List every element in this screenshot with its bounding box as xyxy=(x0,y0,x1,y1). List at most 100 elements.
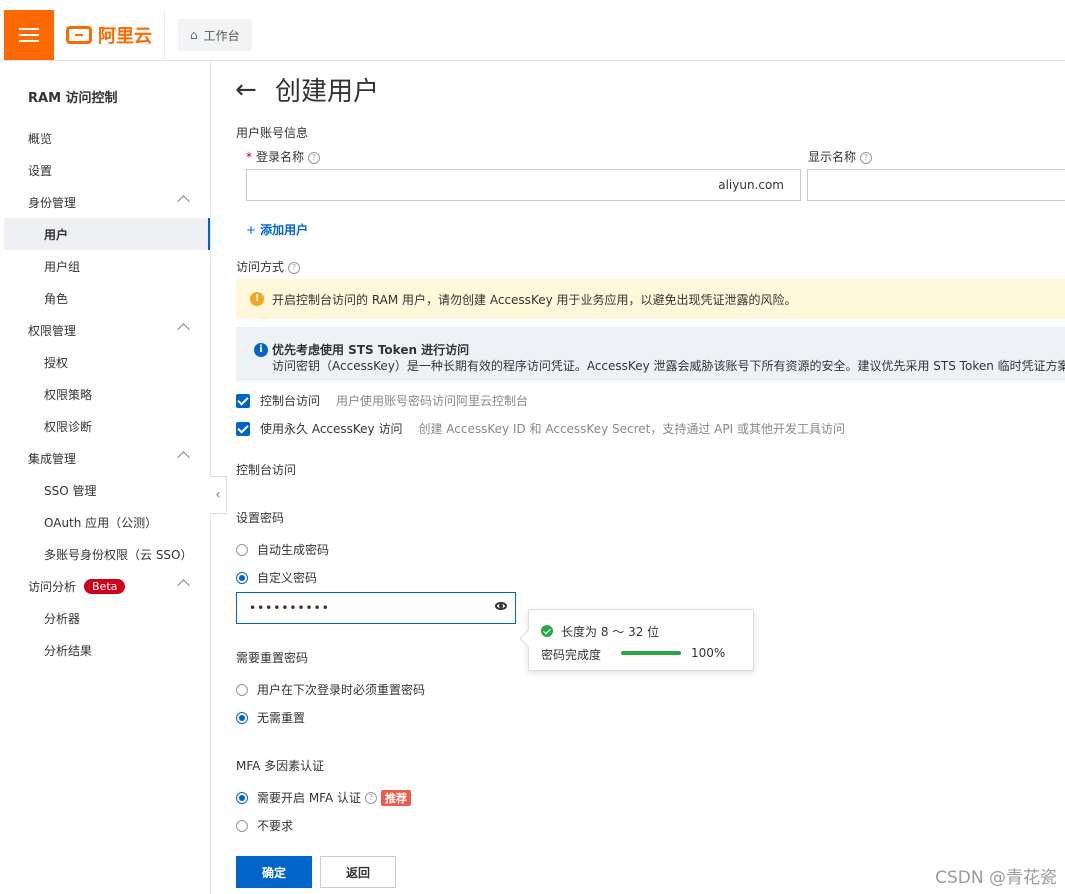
page-title: 创建用户 xyxy=(275,77,380,107)
console-access-hint: 用户使用账号密码访问阿里云控制台 xyxy=(336,394,529,408)
custom-password-option[interactable]: 自定义密码 xyxy=(236,569,317,586)
sidebar-item-label: 集成管理 xyxy=(28,451,77,466)
mfa-required-radio[interactable] xyxy=(236,791,248,804)
aliyun-logo[interactable]: 阿里云 xyxy=(66,22,152,48)
no-reset-radio[interactable] xyxy=(236,711,248,724)
login-name-input[interactable]: aliyun.com xyxy=(246,169,801,201)
sidebar-item-label: 用户 xyxy=(44,227,69,242)
custom-password-label: 自定义密码 xyxy=(257,571,318,585)
sidebar-item-label: 权限诊断 xyxy=(44,419,93,434)
password-input[interactable]: •••••••••• xyxy=(236,592,516,624)
workbench-button[interactable]: ⌂ 工作台 xyxy=(178,19,252,51)
mfa-label: MFA 多因素认证 xyxy=(236,759,325,773)
sidebar-item-oauth[interactable]: OAuth 应用（公测） xyxy=(4,506,210,538)
home-icon: ⌂ xyxy=(190,28,198,42)
help-icon[interactable]: ? xyxy=(860,151,873,164)
access-mode-label: 访问方式? xyxy=(236,258,301,275)
sidebar-item-diagnosis[interactable]: 权限诊断 xyxy=(4,410,210,442)
add-user-link[interactable]: + 添加用户 xyxy=(246,221,308,238)
sidebar-item-settings[interactable]: 设置 xyxy=(4,154,210,186)
display-name-input[interactable] xyxy=(807,169,1065,201)
sidebar-item-label: 分析器 xyxy=(44,611,81,626)
sidebar-item-cloud-sso[interactable]: 多账号身份权限（云 SSO） xyxy=(4,538,210,570)
auto-password-radio[interactable] xyxy=(236,543,248,556)
reset-next-login-option[interactable]: 用户在下次登录时必须重置密码 xyxy=(236,681,425,698)
display-name-label: 显示名称? xyxy=(808,148,873,165)
sidebar-item-label: 访问分析 xyxy=(28,579,77,594)
no-reset-option[interactable]: 无需重置 xyxy=(236,709,305,726)
custom-password-radio[interactable] xyxy=(236,571,248,584)
eye-icon[interactable] xyxy=(495,602,507,610)
sidebar-item-label: 权限策略 xyxy=(44,387,93,402)
sidebar-item-analyzer[interactable]: 分析器 xyxy=(4,602,210,634)
console-access-checkbox[interactable] xyxy=(236,393,250,408)
back-arrow-icon[interactable]: ← xyxy=(235,75,257,105)
console-access-label: 控制台访问 xyxy=(260,394,321,408)
login-name-label: * 登录名称? xyxy=(246,148,321,165)
password-strength-popover: 长度为 8 ～ 32 位 密码完成度 100% xyxy=(519,609,754,671)
info-title: 优先考虑使用 STS Token 进行访问 xyxy=(272,343,470,357)
warning-icon: ! xyxy=(250,292,264,306)
no-reset-label: 无需重置 xyxy=(257,711,306,725)
sidebar-item-policies[interactable]: 权限策略 xyxy=(4,378,210,410)
sidebar-item-label: 身份管理 xyxy=(28,195,77,210)
chevron-up-icon xyxy=(177,195,190,208)
login-name-value: aliyun.com xyxy=(718,178,784,192)
watermark: CSDN @青花瓷 xyxy=(935,868,1057,888)
help-icon[interactable]: ? xyxy=(288,261,301,274)
sidebar-title: RAM 访问控制 xyxy=(28,91,118,106)
recommend-tag: 推荐 xyxy=(381,789,411,806)
sidebar-item-label: 用户组 xyxy=(44,259,81,274)
warning-alert: ! 开启控制台访问的 RAM 用户，请勿创建 AccessKey 用于业务应用，… xyxy=(236,279,1065,319)
sidebar-group-permissions[interactable]: 权限管理 xyxy=(4,314,210,346)
sidebar-item-label: SSO 管理 xyxy=(44,483,97,498)
password-value: •••••••••• xyxy=(249,601,330,615)
sidebar-item-label: 角色 xyxy=(44,291,69,306)
accesskey-access-hint: 创建 AccessKey ID 和 AccessKey Secret，支持通过 … xyxy=(418,422,845,436)
hamburger-menu-button[interactable] xyxy=(4,10,54,60)
sidebar-group-analysis[interactable]: 访问分析 Beta xyxy=(4,570,210,602)
reset-next-login-radio[interactable] xyxy=(236,683,248,696)
sidebar-item-users[interactable]: 用户 xyxy=(4,218,210,250)
sidebar-item-roles[interactable]: 角色 xyxy=(4,282,210,314)
sidebar-group-integration[interactable]: 集成管理 xyxy=(4,442,210,474)
accesskey-access-checkbox[interactable] xyxy=(236,421,250,436)
sidebar-item-label: 权限管理 xyxy=(28,323,77,338)
chevron-up-icon xyxy=(177,451,190,464)
sidebar-item-label: 多账号身份权限（云 SSO） xyxy=(44,547,193,562)
logo-text: 阿里云 xyxy=(98,26,152,47)
sidebar-item-label: 设置 xyxy=(28,163,53,178)
auto-password-option[interactable]: 自动生成密码 xyxy=(236,541,329,558)
header-divider xyxy=(164,10,165,60)
back-button[interactable]: 返回 xyxy=(320,856,396,888)
mfa-required-label: 需要开启 MFA 认证 xyxy=(257,791,361,805)
console-section-heading: 控制台访问 xyxy=(236,463,297,477)
mfa-not-required-option[interactable]: 不要求 xyxy=(236,817,293,834)
reset-password-label: 需要重置密码 xyxy=(236,651,309,665)
beta-badge: Beta xyxy=(84,578,126,594)
sidebar: RAM 访问控制 概览 设置 身份管理 用户 用户组 角色 权限管理 授权 权限… xyxy=(4,61,211,894)
sidebar-item-label: OAuth 应用（公测） xyxy=(44,515,158,530)
help-icon[interactable]: ? xyxy=(308,151,321,164)
mfa-required-option[interactable]: 需要开启 MFA 认证 ? 推荐 xyxy=(236,789,411,806)
access-mode-label-text: 访问方式 xyxy=(236,260,285,274)
check-circle-icon xyxy=(541,625,553,637)
auto-password-label: 自动生成密码 xyxy=(257,543,330,557)
sidebar-item-grants[interactable]: 授权 xyxy=(4,346,210,378)
sidebar-item-user-groups[interactable]: 用户组 xyxy=(4,250,210,282)
mfa-not-required-radio[interactable] xyxy=(236,819,248,832)
add-user-label: 添加用户 xyxy=(260,223,309,237)
sidebar-item-sso[interactable]: SSO 管理 xyxy=(4,474,210,506)
help-icon[interactable]: ? xyxy=(365,791,377,804)
sidebar-group-identity[interactable]: 身份管理 xyxy=(4,186,210,218)
aliyun-logo-icon xyxy=(66,26,92,44)
sidebar-item-label: 概览 xyxy=(28,131,53,146)
reset-next-login-label: 用户在下次登录时必须重置密码 xyxy=(257,683,426,697)
console-access-option[interactable]: 控制台访问 用户使用账号密码访问阿里云控制台 xyxy=(236,392,528,409)
strength-progress-bar xyxy=(621,651,681,655)
sidebar-item-overview[interactable]: 概览 xyxy=(4,122,210,154)
accesskey-access-option[interactable]: 使用永久 AccessKey 访问 创建 AccessKey ID 和 Acce… xyxy=(236,420,845,437)
menu-icon xyxy=(19,24,39,46)
sidebar-item-analysis-results[interactable]: 分析结果 xyxy=(4,634,210,666)
confirm-button[interactable]: 确定 xyxy=(236,856,312,888)
